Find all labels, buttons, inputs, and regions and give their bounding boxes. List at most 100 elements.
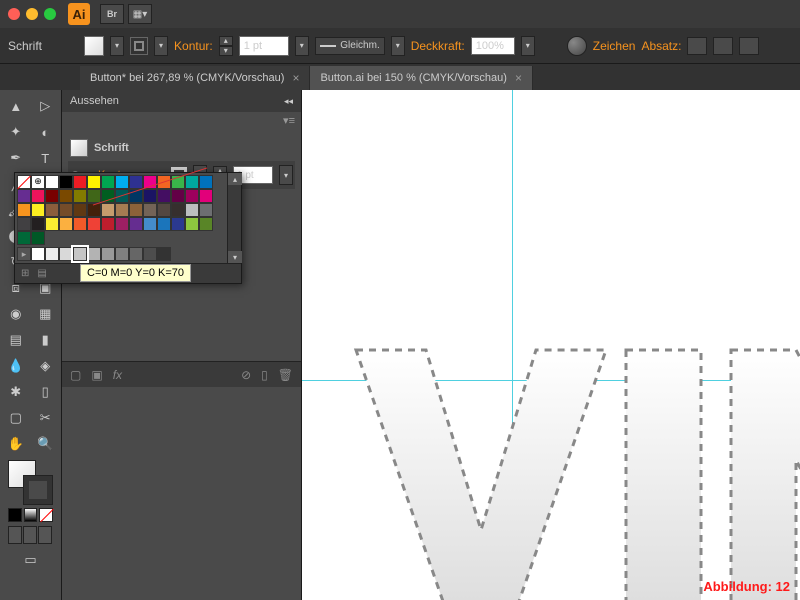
color-swatch[interactable] [87,217,101,231]
fill-dropdown[interactable]: ▾ [110,36,124,56]
align-right[interactable] [739,37,759,55]
color-swatch[interactable] [101,203,115,217]
color-swatch[interactable] [115,217,129,231]
align-center[interactable] [713,37,733,55]
gray-swatch[interactable] [59,247,73,261]
color-swatch[interactable] [171,203,185,217]
direct-selection-tool[interactable]: ▷ [32,94,60,118]
color-swatch[interactable] [185,203,199,217]
stroke-weight-dropdown[interactable]: ▾ [295,36,309,56]
color-swatch[interactable] [87,175,101,189]
color-swatch[interactable] [31,231,45,245]
color-swatch[interactable] [129,203,143,217]
eyedropper-tool[interactable]: 💧 [2,354,30,378]
screen-mode[interactable]: ▭ [2,548,59,572]
color-swatch[interactable] [143,189,157,203]
gray-swatch[interactable] [157,247,171,261]
artboard-tool[interactable]: ▢ [2,406,30,430]
color-swatch[interactable] [115,203,129,217]
color-swatch[interactable] [101,217,115,231]
selection-tool[interactable]: ▲ [2,94,30,118]
tab-1[interactable]: Button.ai bei 150 % (CMYK/Vorschau)× [310,66,533,90]
minimize-window[interactable] [26,8,38,20]
opacity-dropdown[interactable]: ▾ [521,36,535,56]
color-swatch[interactable] [185,217,199,231]
color-swatch[interactable] [59,175,73,189]
fill-stroke-indicator[interactable] [8,460,52,504]
color-swatch[interactable] [17,203,31,217]
gray-swatch[interactable] [73,247,87,261]
blend-tool[interactable]: ◈ [32,354,60,378]
color-swatch[interactable] [17,217,31,231]
color-swatch[interactable] [157,203,171,217]
color-swatch[interactable] [45,189,59,203]
color-swatch[interactable] [157,217,171,231]
stroke-weight-input[interactable]: 1 pt [239,36,289,56]
arrange-button[interactable]: ▦▾ [128,4,152,24]
clear-icon[interactable]: ⊘ [241,368,251,382]
color-swatch[interactable] [129,175,143,189]
shape-builder-tool[interactable]: ◉ [2,302,30,326]
gray-swatch[interactable] [115,247,129,261]
slice-tool[interactable]: ✂ [32,406,60,430]
color-swatch[interactable] [185,175,199,189]
color-swatch[interactable] [73,175,87,189]
stroke-up[interactable]: ▴ [219,36,233,46]
mesh-tool[interactable]: ▤ [2,328,30,352]
swatch-library-icon[interactable]: ⊞ [21,268,29,279]
color-swatch[interactable] [45,203,59,217]
dash-style[interactable]: Gleichm. [315,37,385,55]
scroll-up-icon[interactable]: ▴ [228,173,242,185]
none-mode[interactable] [39,508,53,522]
delete-icon[interactable]: 🗑 [278,368,293,382]
stroke-label[interactable]: Kontur: [174,39,213,53]
magic-wand-tool[interactable]: ✦ [2,120,30,144]
draw-behind[interactable] [23,526,37,544]
color-swatch[interactable] [185,189,199,203]
color-swatch[interactable] [171,217,185,231]
color-swatch[interactable] [199,217,213,231]
color-swatch[interactable] [73,189,87,203]
stroke-dropdown[interactable]: ▾ [154,36,168,56]
panel-collapse-icon[interactable]: ◂◂ [284,96,293,107]
color-swatch[interactable] [171,189,185,203]
color-swatch[interactable] [157,189,171,203]
color-swatch[interactable] [87,189,101,203]
zoom-tool[interactable]: 🔍 [32,432,60,456]
fill-swatch[interactable] [84,36,104,56]
stroke-swatch[interactable] [130,37,148,55]
color-swatch[interactable] [199,189,213,203]
color-swatch[interactable] [59,203,73,217]
registration-swatch[interactable]: ⊕ [31,175,45,189]
close-window[interactable] [8,8,20,20]
color-swatch[interactable] [59,189,73,203]
folder-icon[interactable]: ▸ [17,247,31,261]
close-icon[interactable]: × [292,71,299,85]
gray-swatch[interactable] [129,247,143,261]
recolor-button[interactable] [567,36,587,56]
color-swatch[interactable] [17,231,31,245]
color-swatch[interactable] [199,175,213,189]
bridge-button[interactable]: Br [100,4,124,24]
align-left[interactable] [687,37,707,55]
stroke-down[interactable]: ▾ [219,46,233,56]
lasso-tool[interactable]: ◐ [32,120,60,144]
opacity-label[interactable]: Deckkraft: [411,39,465,53]
fx-icon[interactable]: fx [113,368,122,382]
pen-tool[interactable]: ✒ [2,146,30,170]
none-swatch[interactable] [17,175,31,189]
color-swatch[interactable] [45,175,59,189]
gray-swatch[interactable] [143,247,157,261]
color-swatch[interactable] [31,217,45,231]
swatch-menu-icon[interactable]: ▤ [37,268,46,279]
scroll-down-icon[interactable]: ▾ [228,251,242,263]
color-swatch[interactable] [73,217,87,231]
tab-0[interactable]: Button* bei 267,89 % (CMYK/Vorschau)× [80,66,310,90]
character-label[interactable]: Zeichen [593,39,636,53]
gray-swatch[interactable] [87,247,101,261]
pt-dropdown[interactable]: ▾ [279,165,293,185]
column-graph-tool[interactable]: ▯ [32,380,60,404]
hand-tool[interactable]: ✋ [2,432,30,456]
draw-normal[interactable] [8,526,22,544]
gradient-mode[interactable] [24,508,38,522]
